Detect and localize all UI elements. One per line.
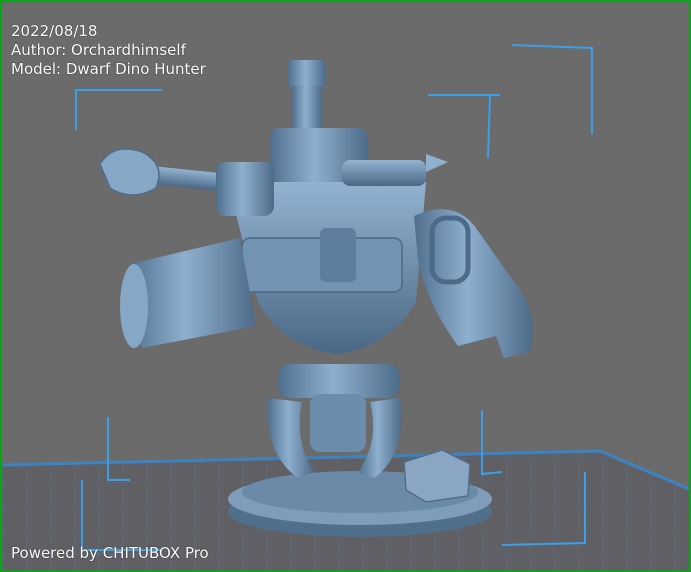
model-info-overlay: 2022/08/18 Author: Orchardhimself Model:… — [11, 22, 206, 79]
powered-by-watermark: Powered by CHITUBOX Pro — [11, 544, 209, 562]
info-model: Model: Dwarf Dino Hunter — [11, 60, 206, 78]
info-author: Author: Orchardhimself — [11, 41, 186, 59]
info-date: 2022/08/18 — [11, 22, 98, 40]
3d-viewport[interactable]: 2022/08/18 Author: Orchardhimself Model:… — [2, 2, 689, 570]
scene-canvas[interactable] — [2, 2, 689, 570]
